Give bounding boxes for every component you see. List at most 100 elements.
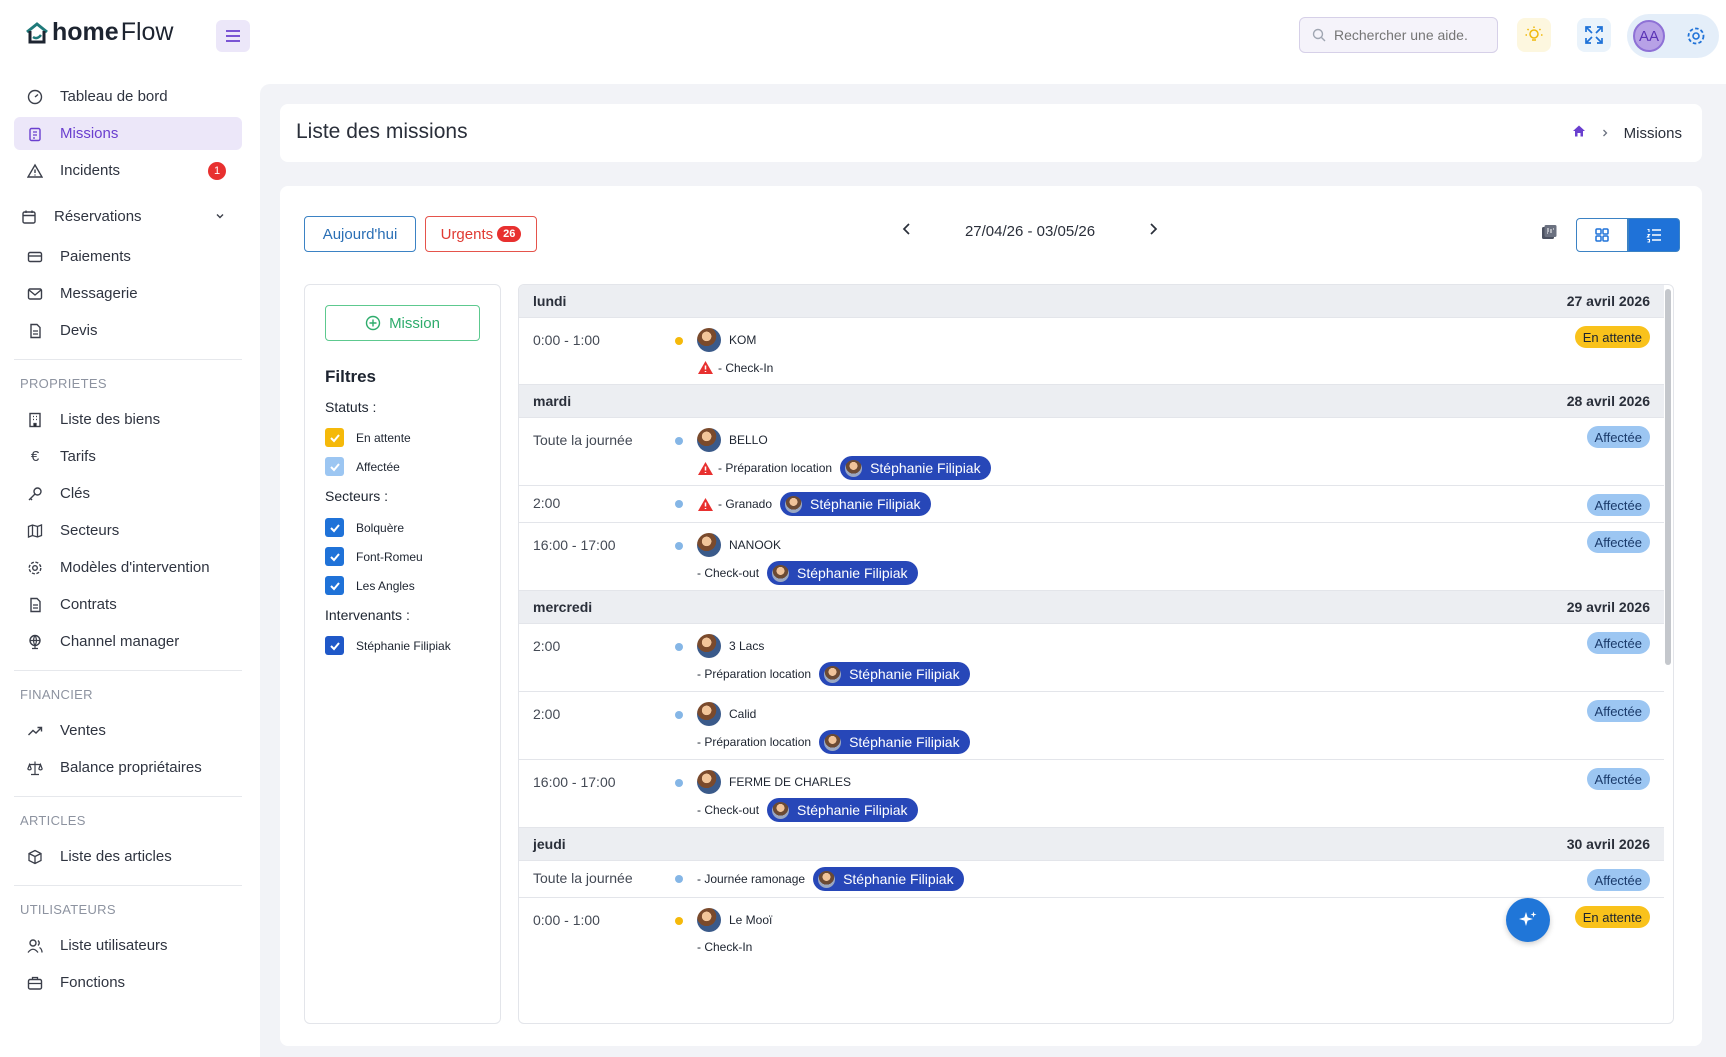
mission-row[interactable]: 2:00 3 Lacs - Préparation location Stéph…: [519, 624, 1664, 692]
assignee-name: Stéphanie Filipiak: [810, 496, 921, 512]
mission-task: - Check-out: [697, 566, 760, 580]
assistant-button[interactable]: [1506, 898, 1550, 942]
add-mission-button[interactable]: Mission: [325, 305, 480, 341]
pdf-export-icon[interactable]: [1540, 224, 1558, 247]
property-name: BELLO: [729, 433, 768, 447]
mission-row[interactable]: 2:00 Calid - Préparation location Stépha…: [519, 692, 1664, 760]
list-scrollbar[interactable]: [1665, 289, 1671, 665]
grid-view-button[interactable]: [1576, 218, 1628, 252]
home-icon[interactable]: [1572, 124, 1586, 142]
status-dot: [675, 437, 683, 445]
day-name: mercredi: [533, 599, 593, 615]
sidebar-item-modeles-intervention[interactable]: Modèles d'intervention: [14, 551, 242, 584]
assignee-pill[interactable]: Stéphanie Filipiak: [780, 492, 931, 516]
mission-property[interactable]: FERME DE CHARLES: [697, 770, 851, 794]
clipboard-icon: [26, 125, 44, 143]
mission-property[interactable]: KOM: [697, 328, 756, 352]
sidebar-item-incidents[interactable]: Incidents 1: [14, 154, 242, 187]
status-badge: Affectée: [1586, 869, 1650, 891]
checkbox[interactable]: [325, 457, 344, 476]
filter-secteur-font-romeu[interactable]: Font-Romeu: [325, 547, 423, 566]
filter-secteur-les-angles[interactable]: Les Angles: [325, 576, 415, 595]
search-box[interactable]: [1299, 17, 1498, 53]
assignee-pill[interactable]: Stéphanie Filipiak: [767, 798, 918, 822]
sidebar-item-liste-des-articles[interactable]: Liste des articles: [14, 840, 242, 873]
mission-row[interactable]: 2:00 - Granado Stéphanie Filipiak Affect…: [519, 486, 1664, 523]
sidebar-item-label: Missions: [60, 125, 119, 142]
day-date: 27 avril 2026: [1566, 293, 1650, 309]
fullscreen-button[interactable]: [1577, 18, 1611, 52]
sidebar-item-secteurs[interactable]: Secteurs: [14, 514, 242, 547]
mission-row[interactable]: 16:00 - 17:00 FERME DE CHARLES - Check-o…: [519, 760, 1664, 828]
sidebar-item-cles[interactable]: Clés: [14, 477, 242, 510]
sidebar-item-paiements[interactable]: Paiements: [14, 240, 242, 273]
mission-row[interactable]: 0:00 - 1:00 Le Mooï - Check-In En attent…: [519, 898, 1664, 966]
mission-property[interactable]: BELLO: [697, 428, 768, 452]
sidebar-item-label: Balance propriétaires: [60, 759, 202, 776]
assignee-avatar: [824, 733, 842, 751]
sidebar-item-ventes[interactable]: Ventes: [14, 714, 242, 747]
missions-list[interactable]: lundi 27 avril 2026 0:00 - 1:00 KOM - Ch…: [518, 284, 1674, 1024]
sidebar-item-missions[interactable]: Missions: [14, 117, 242, 150]
assignee-pill[interactable]: Stéphanie Filipiak: [840, 456, 991, 480]
urgent-label: Urgents: [440, 225, 494, 243]
chevron-left-icon[interactable]: [900, 222, 914, 240]
assignee-pill[interactable]: Stéphanie Filipiak: [767, 561, 918, 585]
sidebar-item-fonctions[interactable]: Fonctions: [14, 966, 242, 999]
avatar[interactable]: AA: [1633, 20, 1665, 52]
app-logo[interactable]: home Flow: [24, 18, 173, 47]
mission-property[interactable]: 3 Lacs: [697, 634, 764, 658]
urgent-button[interactable]: Urgents 26: [425, 216, 537, 252]
filter-intervenant-stephanie[interactable]: Stéphanie Filipiak: [325, 636, 451, 655]
sidebar-item-liste-des-biens[interactable]: Liste des biens: [14, 403, 242, 436]
checkbox[interactable]: [325, 428, 344, 447]
users-icon: [26, 937, 44, 955]
breadcrumb: Missions: [1572, 124, 1682, 142]
day-name: mardi: [533, 393, 572, 409]
checkbox[interactable]: [325, 547, 344, 566]
theme-toggle-button[interactable]: [1517, 18, 1551, 52]
assignee-pill[interactable]: Stéphanie Filipiak: [819, 662, 970, 686]
filter-status-affectee[interactable]: Affectée: [325, 457, 400, 476]
chevron-right-icon[interactable]: [1146, 222, 1160, 240]
sidebar-item-label: Clés: [60, 485, 91, 502]
checkbox[interactable]: [325, 518, 344, 537]
section-title-proprietes: PROPRIETES: [20, 376, 107, 391]
sidebar-item-tableau-de-bord[interactable]: Tableau de bord: [14, 80, 242, 113]
search-input[interactable]: [1334, 27, 1494, 43]
filter-secteur-bolquere[interactable]: Bolquère: [325, 518, 404, 537]
sidebar-item-messagerie[interactable]: Messagerie: [14, 277, 242, 310]
status-dot: [675, 500, 683, 508]
mission-row[interactable]: 16:00 - 17:00 NANOOK - Check-out Stéphan…: [519, 523, 1664, 591]
assignee-avatar: [818, 870, 836, 888]
assignee-pill[interactable]: Stéphanie Filipiak: [813, 867, 964, 891]
today-button[interactable]: Aujourd'hui: [304, 216, 416, 252]
settings-gear-icon[interactable]: [1685, 25, 1707, 52]
assignee-pill[interactable]: Stéphanie Filipiak: [819, 730, 970, 754]
mission-row[interactable]: 0:00 - 1:00 KOM - Check-In En attente: [519, 318, 1664, 385]
mission-row[interactable]: Toute la journée - Journée ramonage Stép…: [519, 861, 1664, 898]
sidebar-item-balance-proprietaires[interactable]: Balance propriétaires: [14, 751, 242, 784]
user-menu[interactable]: AA: [1627, 14, 1719, 58]
sidebar-item-liste-utilisateurs[interactable]: Liste utilisateurs: [14, 929, 242, 962]
menu-toggle-button[interactable]: [216, 20, 250, 52]
checkbox[interactable]: [325, 636, 344, 655]
sidebar-item-devis[interactable]: Devis: [14, 314, 242, 347]
filter-status-en-attente[interactable]: En attente: [325, 428, 411, 447]
warning-icon: [26, 162, 44, 180]
mission-property[interactable]: Le Mooï: [697, 908, 772, 932]
sidebar-item-tarifs[interactable]: € Tarifs: [14, 440, 242, 473]
list-view-button[interactable]: [1628, 218, 1680, 252]
mission-property[interactable]: NANOOK: [697, 533, 781, 557]
status-badge: Affectée: [1586, 426, 1650, 448]
sidebar-item-contrats[interactable]: Contrats: [14, 588, 242, 621]
sidebar-item-channel-manager[interactable]: Channel manager: [14, 625, 242, 658]
mission-row[interactable]: Toute la journée BELLO - Préparation loc…: [519, 418, 1664, 486]
sidebar-item-reservations[interactable]: Réservations: [14, 200, 242, 233]
property-avatar: [697, 533, 721, 557]
grid-icon: [1595, 228, 1609, 242]
mission-task: - Préparation location: [718, 461, 833, 475]
checkbox[interactable]: [325, 576, 344, 595]
mission-property[interactable]: Calid: [697, 702, 756, 726]
day-header: lundi 27 avril 2026: [519, 285, 1664, 318]
